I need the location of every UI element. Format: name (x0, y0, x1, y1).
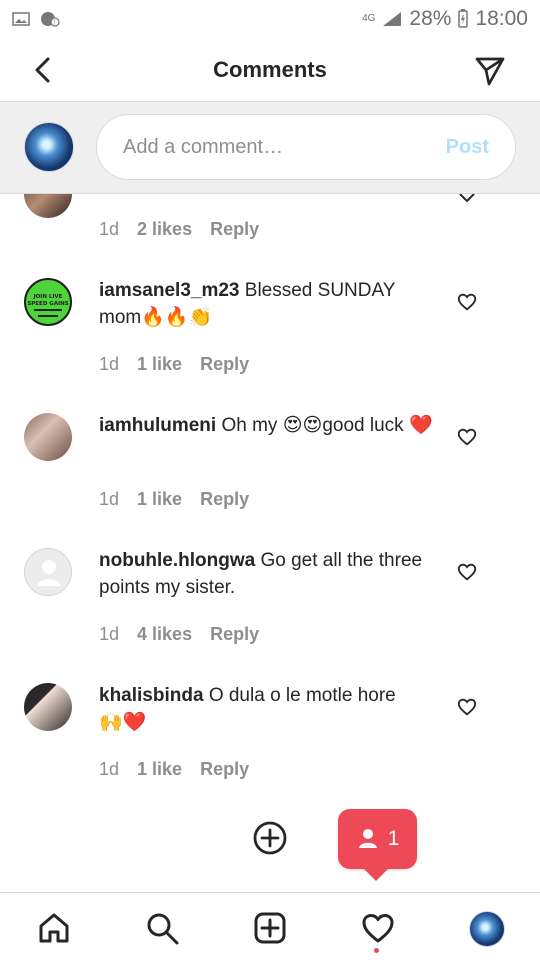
status-right: 4G 28% 18:00 (362, 7, 528, 31)
avatar (24, 683, 72, 731)
comments-header: Comments (0, 38, 540, 102)
status-bar: ! 4G 28% 18:00 (0, 0, 540, 38)
activity-badge[interactable]: 1 (338, 809, 417, 881)
likes-count[interactable]: 1 like (137, 354, 182, 375)
notification-dot (374, 948, 379, 953)
time-label: 1d (99, 624, 120, 644)
image-icon (12, 12, 30, 26)
list-item: iamhulumeni Oh my 😍😍good luck ❤️ 1d 1 li… (0, 413, 540, 533)
badge-count: 1 (387, 827, 400, 850)
add-circle-icon[interactable] (252, 820, 288, 856)
list-item: JOIN LIVE SPEED GAINS iamsanel3_m23 Bless… (0, 278, 540, 398)
svg-text:JOIN LIVE: JOIN LIVE (33, 294, 63, 300)
time-label: 1d (99, 219, 120, 239)
avatar (24, 413, 72, 461)
avatar: JOIN LIVE SPEED GAINS (24, 278, 72, 326)
comment-text: iamsanel3_m23 Blessed SUNDAY mom🔥🔥👏 (99, 277, 439, 331)
user-icon (358, 829, 377, 848)
comment-meta: 1d 4 likes Reply (99, 624, 259, 645)
username[interactable]: iamsanel3_m23 (99, 280, 240, 301)
reply-link[interactable]: Reply (200, 759, 249, 780)
comment-body: Oh my (221, 415, 278, 436)
comment-placeholder: Add a comment… (123, 135, 284, 158)
comment-meta: 1d 1 like Reply (99, 354, 249, 375)
comment-text: iamhulumeni Oh my 😍😍good luck ❤️ (99, 412, 439, 439)
svg-text:SPEED GAINS: SPEED GAINS (27, 301, 68, 307)
add-icon[interactable] (252, 910, 288, 946)
likes-count[interactable]: 1 like (137, 759, 182, 780)
reply-link[interactable]: Reply (210, 624, 259, 645)
svg-text:!: ! (54, 20, 56, 27)
page-title: Comments (213, 56, 327, 82)
battery-icon (458, 9, 469, 28)
emoji-text: 🔥🔥👏 (141, 307, 213, 328)
comment-input[interactable]: Add a comment… Post (96, 114, 516, 180)
battery-percent: 28% (409, 7, 452, 30)
send-icon[interactable] (472, 52, 508, 88)
avatar-art: JOIN LIVESPEED GAINS (27, 294, 69, 317)
alert-icon: ! (41, 12, 60, 27)
heart-icon[interactable] (456, 291, 478, 313)
comment-meta: 1d 2 likes Reply (99, 219, 259, 240)
bottom-navigation (0, 892, 540, 960)
likes-count[interactable]: 1 like (137, 489, 182, 510)
time-label: 1d (99, 354, 120, 374)
search-icon[interactable] (144, 910, 180, 946)
signal-icon (383, 12, 402, 26)
network-label: 4G (362, 13, 376, 24)
comment-composer: Add a comment… Post (0, 102, 540, 194)
avatar (24, 194, 72, 218)
comment-text: nobuhle.hlongwa Go get all the three poi… (99, 547, 439, 601)
avatar (24, 548, 72, 596)
reply-link[interactable]: Reply (210, 219, 259, 240)
likes-count[interactable]: 4 likes (137, 624, 192, 645)
likes-count[interactable]: 2 likes (137, 219, 192, 240)
home-icon[interactable] (36, 910, 72, 946)
comments-list: 1d 2 likes Reply JOIN LIVE SPEED GAINS ia… (0, 194, 540, 892)
back-icon[interactable] (26, 52, 62, 88)
comment-body: O dula o le motle hore (208, 685, 396, 706)
emoji-text: 😍😍 (282, 415, 323, 436)
list-item: khalisbinda O dula o le motle hore 🙌❤️ 1… (0, 683, 540, 803)
time-label: 1d (99, 489, 120, 509)
reply-link[interactable]: Reply (200, 489, 249, 510)
time-label: 1d (99, 759, 120, 779)
comment-body: good luck (322, 415, 404, 436)
comment-text: khalisbinda O dula o le motle hore 🙌❤️ (99, 682, 439, 736)
username[interactable]: nobuhle.hlongwa (99, 550, 255, 571)
reply-link[interactable]: Reply (200, 354, 249, 375)
post-button[interactable]: Post (446, 136, 489, 159)
emoji-text: ❤️ (408, 415, 433, 436)
username[interactable]: iamhulumeni (99, 415, 216, 436)
person-icon (37, 560, 61, 586)
comment-meta: 1d 1 like Reply (99, 489, 249, 510)
heart-icon[interactable] (456, 696, 478, 718)
profile-icon[interactable] (469, 911, 505, 947)
comment-meta: 1d 1 like Reply (99, 759, 249, 780)
activity-icon[interactable] (360, 910, 396, 946)
list-item: nobuhle.hlongwa Go get all the three poi… (0, 548, 540, 668)
heart-icon[interactable] (456, 426, 478, 448)
username[interactable]: khalisbinda (99, 685, 204, 706)
status-left: ! (12, 10, 60, 28)
status-time: 18:00 (475, 7, 528, 30)
emoji-text: 🙌❤️ (99, 712, 147, 733)
chevron-down-icon[interactable] (458, 194, 476, 204)
avatar (24, 122, 74, 172)
heart-icon[interactable] (456, 561, 478, 583)
